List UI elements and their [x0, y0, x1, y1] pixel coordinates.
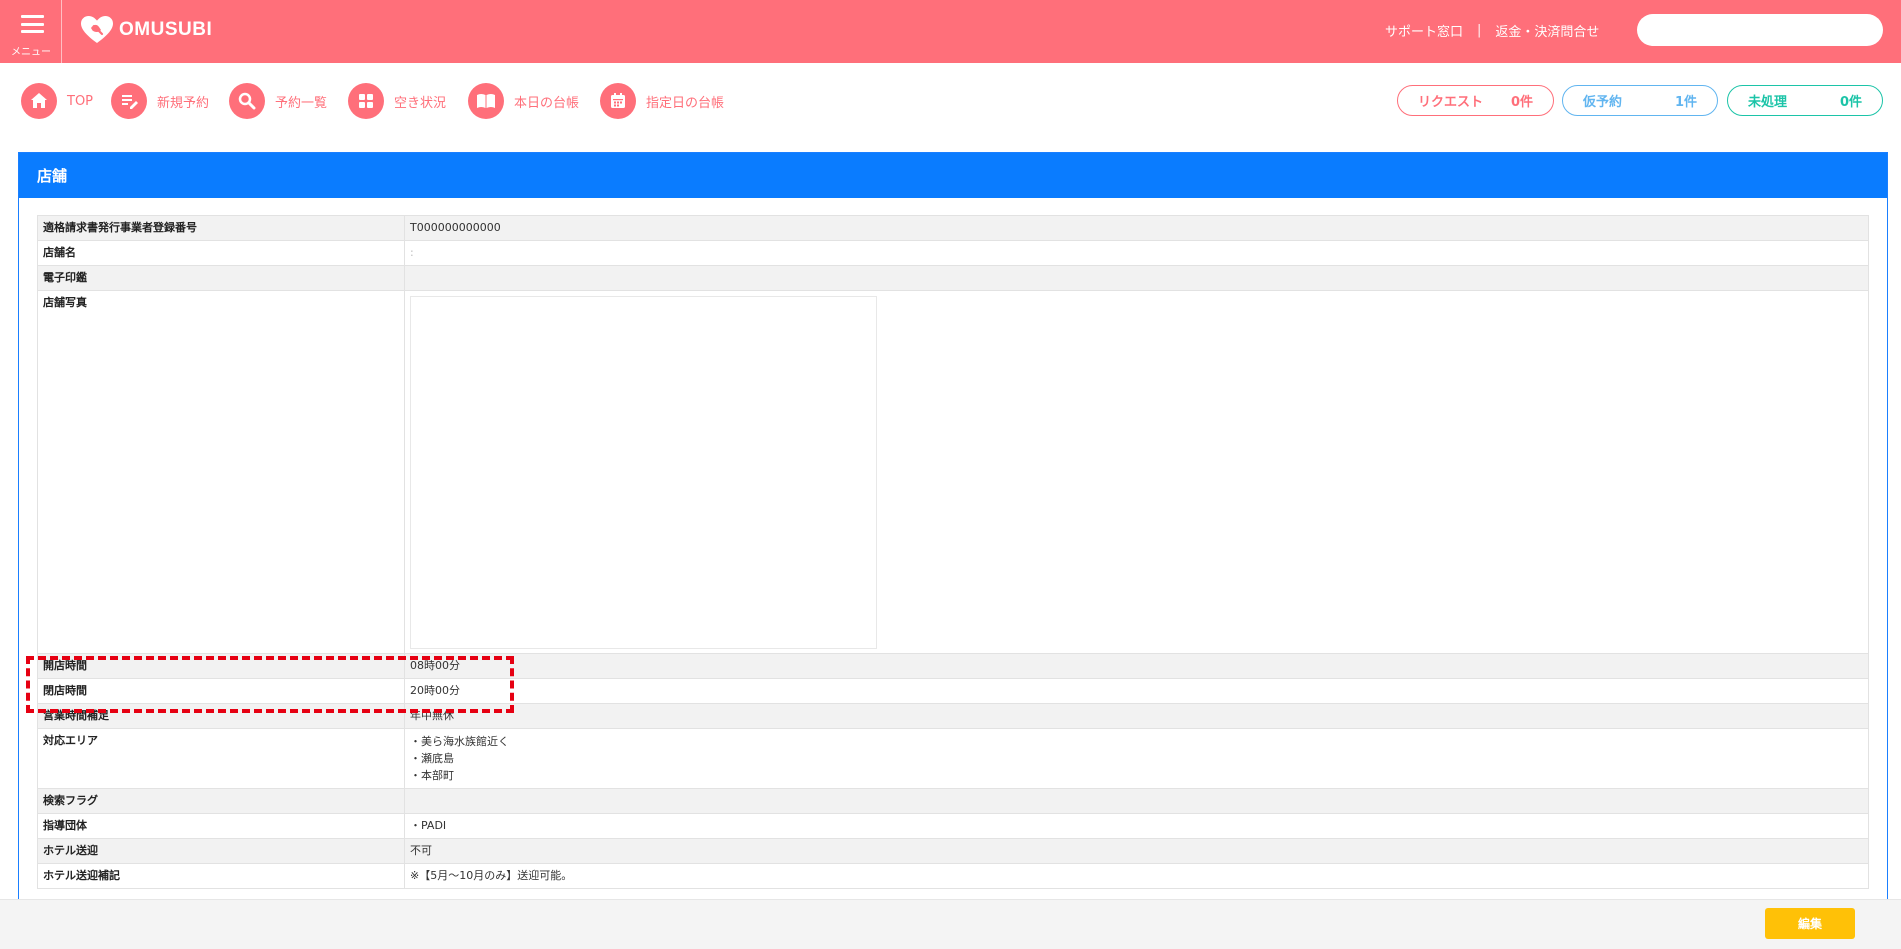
panel-body: 適格請求書発行事業者登録番号 T000000000000 店舗名 : 電子印鑑 …: [19, 198, 1887, 889]
list-item: ・本部町: [410, 769, 454, 782]
row-value: :: [404, 240, 1869, 266]
table-row: 閉店時間 20時00分: [37, 678, 1869, 704]
row-label: 対応エリア: [37, 728, 405, 789]
nav-today-ledger-label: 本日の台帳: [514, 95, 580, 111]
table-row: ホテル送迎 不可: [37, 838, 1869, 864]
support-link[interactable]: サポート窓口: [1385, 21, 1463, 40]
search-input[interactable]: [1637, 14, 1883, 46]
row-value: 08時00分: [404, 653, 1869, 679]
heart-logo-icon: [81, 16, 113, 43]
store-photo-placeholder: [410, 296, 877, 649]
home-icon: [21, 83, 57, 119]
row-value: ・美ら海水族館近く ・瀬底島 ・本部町: [404, 728, 1869, 789]
store-info-table: 適格請求書発行事業者登録番号 T000000000000 店舗名 : 電子印鑑 …: [37, 215, 1869, 889]
table-row: 営業時間補足 年中無休: [37, 703, 1869, 729]
row-label: 店舗写真: [37, 290, 405, 654]
provisional-count: 1件: [1674, 95, 1697, 110]
nav-availability[interactable]: 空き状況: [348, 82, 446, 120]
table-row: 適格請求書発行事業者登録番号 T000000000000: [37, 215, 1869, 241]
row-value: 年中無休: [404, 703, 1869, 729]
row-label: 検索フラグ: [37, 788, 405, 814]
footer-bar: 編集: [0, 899, 1901, 949]
request-count: 0件: [1510, 95, 1533, 110]
table-row: 店舗名 :: [37, 240, 1869, 266]
unprocessed-label: 未処理: [1748, 95, 1788, 110]
row-value: 不可: [404, 838, 1869, 864]
nav-reservation-list[interactable]: 予約一覧: [229, 82, 327, 120]
row-label: 閉店時間: [37, 678, 405, 704]
calendar-icon: [600, 83, 636, 119]
nav-top[interactable]: TOP: [21, 82, 93, 120]
row-label: ホテル送迎: [37, 838, 405, 864]
app-header: メニュー OMUSUBI サポート窓口 | 返金・決済問合せ: [0, 0, 1901, 63]
logo-text: OMUSUBI: [119, 19, 213, 40]
unprocessed-count-button[interactable]: 未処理 0件: [1727, 85, 1883, 116]
request-count-button[interactable]: リクエスト 0件: [1397, 85, 1554, 116]
nav-today-ledger[interactable]: 本日の台帳: [468, 82, 579, 120]
row-value: [404, 265, 1869, 291]
link-separator: |: [1477, 22, 1482, 38]
row-label: ホテル送迎補記: [37, 863, 405, 889]
row-label: 適格請求書発行事業者登録番号: [37, 215, 405, 241]
header-links: サポート窓口 | 返金・決済問合せ: [1385, 21, 1599, 40]
row-value: [404, 788, 1869, 814]
request-label: リクエスト: [1418, 95, 1484, 110]
table-row: 電子印鑑: [37, 265, 1869, 291]
row-label: 電子印鑑: [37, 265, 405, 291]
row-value: T000000000000: [404, 215, 1869, 241]
row-label: 開店時間: [37, 653, 405, 679]
row-value: ※【5月～10月のみ】送迎可能。: [404, 863, 1869, 889]
row-value: [404, 290, 1869, 654]
table-row: 対応エリア ・美ら海水族館近く ・瀬底島 ・本部町: [37, 728, 1869, 789]
nav-top-label: TOP: [67, 93, 94, 109]
row-label: 指導団体: [37, 813, 405, 839]
nav-date-ledger-label: 指定日の台帳: [646, 95, 725, 111]
search-icon: [229, 83, 265, 119]
list-item: ・美ら海水族館近く: [410, 735, 509, 748]
nav-new-reservation[interactable]: 新規予約: [111, 82, 209, 120]
nav-toolbar: TOP 新規予約 予約一覧 空き状況 本日の台帳 指定日の台帳 リクエスト 0件: [0, 63, 1901, 151]
row-value: 20時00分: [404, 678, 1869, 704]
nav-availability-label: 空き状況: [394, 95, 447, 111]
nav-new-reservation-label: 新規予約: [157, 95, 210, 111]
menu-label: メニュー: [11, 47, 51, 58]
table-row: 店舗写真: [37, 290, 1869, 654]
row-label: 営業時間補足: [37, 703, 405, 729]
hamburger-icon: [21, 15, 44, 33]
table-row: 開店時間 08時00分: [37, 653, 1869, 679]
nav-date-ledger[interactable]: 指定日の台帳: [600, 82, 724, 120]
table-row: 検索フラグ: [37, 788, 1869, 814]
refund-inquiry-link[interactable]: 返金・決済問合せ: [1495, 21, 1599, 40]
nav-reservation-list-label: 予約一覧: [275, 95, 328, 111]
edit-button[interactable]: 編集: [1765, 908, 1855, 939]
edit-icon: [111, 83, 147, 119]
grid-icon: [348, 83, 384, 119]
row-value: ・PADI: [404, 813, 1869, 839]
book-icon: [468, 83, 504, 119]
panel-title: 店舗: [19, 153, 1887, 198]
table-row: 指導団体 ・PADI: [37, 813, 1869, 839]
logo[interactable]: OMUSUBI: [80, 14, 212, 46]
menu-button[interactable]: メニュー: [0, 0, 62, 63]
row-label: 店舗名: [37, 240, 405, 266]
provisional-label: 仮予約: [1583, 95, 1623, 110]
table-row: ホテル送迎補記 ※【5月～10月のみ】送迎可能。: [37, 863, 1869, 889]
list-item: ・瀬底島: [410, 752, 454, 765]
store-panel: 店舗 適格請求書発行事業者登録番号 T000000000000 店舗名 : 電子…: [18, 152, 1888, 912]
unprocessed-count: 0件: [1839, 95, 1862, 110]
provisional-count-button[interactable]: 仮予約 1件: [1562, 85, 1718, 116]
